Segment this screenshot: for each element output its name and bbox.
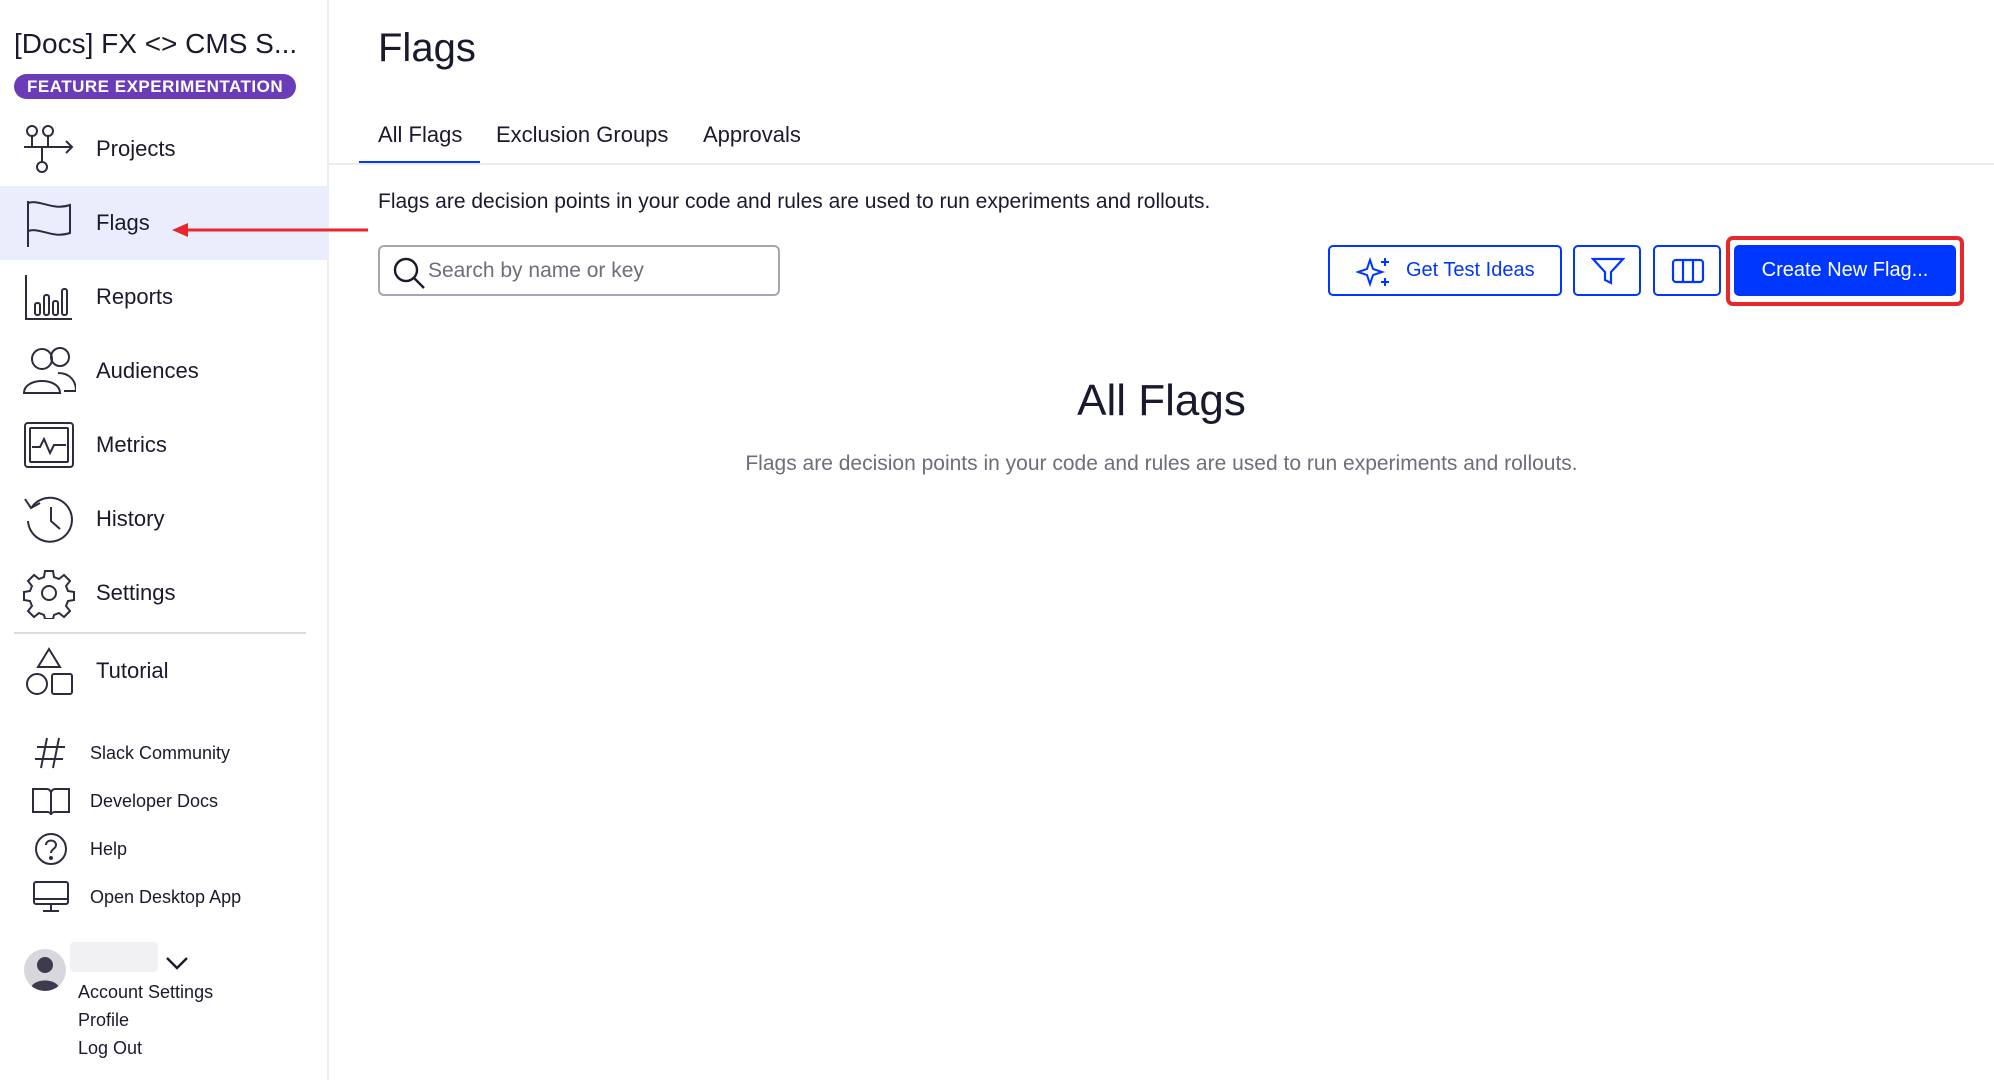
chevron-down-icon[interactable] [164,954,190,972]
shapes-icon [22,645,76,697]
page-title: Flags [378,26,476,70]
sidebar-item-label: Reports [96,284,174,309]
desktop-icon [30,880,72,914]
sidebar-item-history[interactable]: History [0,482,329,556]
log-out-link[interactable]: Log Out [78,1038,142,1059]
link-label: Slack Community [90,742,231,763]
create-new-flag-button[interactable]: Create New Flag... [1734,245,1956,296]
gear-icon [22,567,76,619]
tab-all-flags[interactable]: All Flags [359,108,481,165]
sidebar-item-label: Settings [96,580,176,605]
sidebar: [Docs] FX <> CMS S... FEATURE EXPERIMENT… [0,0,329,1080]
history-icon [22,493,76,545]
sidebar-item-label: Flags [96,210,150,235]
metrics-icon [22,419,76,471]
search-input[interactable] [428,255,768,287]
developer-docs-link[interactable]: Developer Docs [0,780,329,822]
sidebar-item-label: History [96,506,165,531]
filter-button[interactable] [1573,245,1641,296]
book-icon [30,784,72,818]
tab-label: Exclusion Groups [496,122,669,147]
filter-icon [1591,257,1625,285]
sidebar-item-metrics[interactable]: Metrics [0,408,329,482]
empty-state-title: All Flags [1077,376,1246,425]
reports-chart-icon [22,271,76,323]
link-label: Open Desktop App [90,886,242,907]
projects-icon [22,123,76,175]
tab-approvals[interactable]: Approvals [703,108,801,164]
empty-state-description: Flags are decision points in your code a… [745,452,1578,475]
sidebar-item-label: Audiences [96,358,199,383]
sidebar-item-settings[interactable]: Settings [0,556,329,630]
sidebar-item-label: Tutorial [96,658,169,683]
intro-text: Flags are decision points in your code a… [378,190,1211,213]
search-box [378,245,780,296]
sidebar-item-label: Metrics [96,432,167,457]
hashtag-icon [30,736,72,770]
account-settings-link[interactable]: Account Settings [78,982,213,1003]
audiences-icon [22,345,76,397]
avatar[interactable] [24,949,66,991]
sidebar-item-audiences[interactable]: Audiences [0,334,329,408]
open-desktop-app-link[interactable]: Open Desktop App [0,876,329,918]
flag-icon [22,197,76,249]
tab-exclusion-groups[interactable]: Exclusion Groups [496,108,668,164]
tab-label: All Flags [378,122,463,147]
link-label: Help [90,838,128,859]
columns-icon [1671,258,1705,284]
slack-community-link[interactable]: Slack Community [0,732,329,774]
profile-link[interactable]: Profile [78,1010,129,1031]
sidebar-item-tutorial[interactable]: Tutorial [0,634,329,708]
user-name-redacted [70,942,158,972]
search-icon [393,257,425,289]
tab-label: Approvals [703,122,801,147]
product-badge: FEATURE EXPERIMENTATION [14,74,297,99]
help-link[interactable]: Help [0,828,329,870]
sparkle-icon [1356,256,1389,288]
link-label: Developer Docs [90,790,219,811]
sidebar-item-reports[interactable]: Reports [0,260,329,334]
tabs-divider [329,163,1994,165]
annotation-arrow-icon [172,223,368,237]
button-label: Get Test Ideas [1406,259,1535,281]
help-circle-icon [30,832,72,866]
sidebar-item-label: Projects [96,136,176,161]
get-test-ideas-button[interactable]: Get Test Ideas [1328,245,1562,296]
project-name[interactable]: [Docs] FX <> CMS S... [14,28,314,60]
sidebar-item-projects[interactable]: Projects [0,112,329,186]
columns-button[interactable] [1653,245,1721,296]
